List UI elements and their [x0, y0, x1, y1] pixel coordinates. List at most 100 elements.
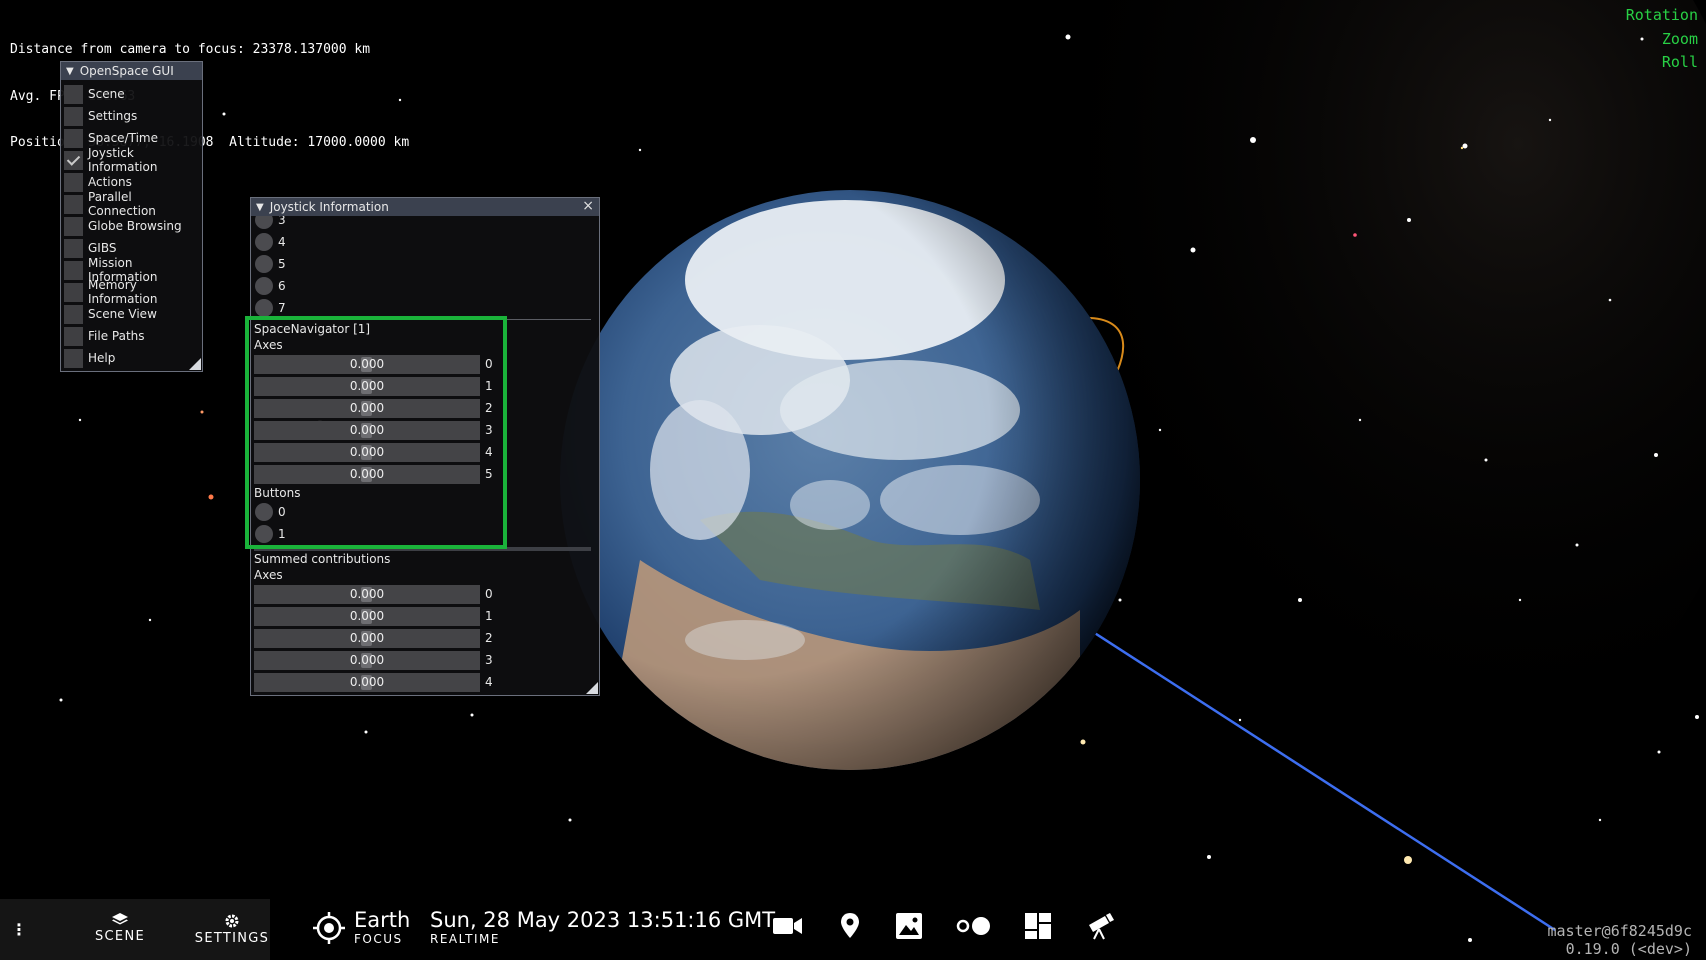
scene-button[interactable]: SCENE	[70, 913, 170, 944]
checkbox[interactable]	[64, 216, 83, 236]
axis-row[interactable]: 0.000 0	[254, 354, 493, 374]
button-indicator	[255, 277, 273, 295]
menu-item-memory-information[interactable]: Memory Information	[61, 278, 202, 306]
axis-index: 1	[485, 609, 493, 623]
dashboard-icon[interactable]	[1023, 911, 1053, 941]
axis-slider[interactable]: 0.000	[254, 628, 480, 648]
checkbox[interactable]	[64, 260, 83, 280]
checkbox[interactable]	[64, 84, 83, 104]
collapse-triangle-icon[interactable]: ▼	[66, 66, 74, 77]
joystick-content[interactable]: 3 4 5 6 7 SpaceNavigator [1] Axes 0.000 0…	[251, 198, 599, 695]
axis-slider[interactable]: 0.000	[254, 650, 480, 670]
axis-slider[interactable]: 0.000	[254, 584, 480, 604]
more-options-icon[interactable]: ⋮	[11, 920, 27, 939]
version-branch: master@6f8245d9c	[1547, 922, 1693, 940]
telescope-icon[interactable]	[1085, 911, 1115, 941]
close-icon[interactable]: ×	[582, 198, 594, 214]
crosshair-focus-icon	[313, 912, 345, 944]
checkbox-checked[interactable]	[64, 150, 83, 170]
axis-slider[interactable]: 0.000	[254, 398, 480, 418]
axis-row[interactable]: 0.000 1	[254, 376, 493, 396]
openspace-gui-title: OpenSpace GUI	[79, 64, 174, 78]
axis-slider[interactable]: 0.000	[254, 420, 480, 440]
resize-grip[interactable]	[189, 358, 201, 370]
menu-item-label: Help	[88, 351, 116, 365]
settings-button[interactable]: SETTINGS	[182, 913, 282, 946]
resize-grip[interactable]	[586, 682, 598, 694]
openspace-gui-window[interactable]: ▼ OpenSpace GUI Scene Settings Space/Tim…	[60, 61, 203, 372]
axis-index: 0	[485, 587, 493, 601]
checkbox[interactable]	[64, 304, 83, 324]
focus-name: Earth	[354, 908, 411, 932]
prev-button-row: 5	[255, 254, 286, 274]
summed-axis-row[interactable]: 0.000 4	[254, 672, 493, 692]
button-index: 4	[278, 235, 286, 249]
axis-index: 0	[485, 357, 493, 371]
location-pin-icon[interactable]	[839, 911, 861, 941]
axis-value: 0.000	[349, 609, 385, 623]
summed-axis-row[interactable]: 0.000 0	[254, 584, 493, 604]
checkbox[interactable]	[64, 326, 83, 346]
axis-slider[interactable]: 0.000	[254, 442, 480, 462]
axis-row[interactable]: 0.000 5	[254, 464, 493, 484]
axis-slider[interactable]: 0.000	[254, 672, 480, 692]
axis-value: 0.000	[349, 653, 385, 667]
menu-item-label: Actions	[88, 175, 132, 189]
joystick-information-window[interactable]: ▼ Joystick Information × 3 4 5 6 7 Space…	[250, 197, 600, 696]
menu-item-scene[interactable]: Scene	[61, 83, 202, 105]
menu-item-settings[interactable]: Settings	[61, 105, 202, 127]
menu-item-file-paths[interactable]: File Paths	[61, 325, 202, 347]
checkbox[interactable]	[64, 106, 83, 126]
axis-row[interactable]: 0.000 2	[254, 398, 493, 418]
axis-row[interactable]: 0.000 4	[254, 442, 493, 462]
axis-slider[interactable]: 0.000	[254, 354, 480, 374]
axis-value: 0.000	[349, 423, 385, 437]
time-display[interactable]: Sun, 28 May 2023 13:51:16 GMT REALTIME	[430, 909, 775, 947]
axis-value: 0.000	[349, 587, 385, 601]
separator	[254, 547, 591, 551]
navigation-modes: Rotation Zoom Roll	[1626, 4, 1698, 75]
summed-axes-label: Axes	[254, 568, 283, 582]
menu-item-joystick-information[interactable]: Joystick Information	[61, 146, 202, 174]
collapse-triangle-icon[interactable]: ▼	[256, 202, 264, 213]
axis-slider[interactable]: 0.000	[254, 376, 480, 396]
mode-zoom: Zoom	[1661, 29, 1698, 48]
axis-index: 2	[485, 631, 493, 645]
summed-axis-row[interactable]: 0.000 3	[254, 650, 493, 670]
axis-slider[interactable]: 0.000	[254, 606, 480, 626]
menu-item-label: Globe Browsing	[88, 219, 182, 233]
checkbox[interactable]	[64, 194, 83, 214]
joystick-window-titlebar[interactable]: ▼ Joystick Information ×	[251, 198, 599, 216]
checkbox[interactable]	[64, 172, 83, 192]
dots-icon[interactable]	[955, 911, 993, 941]
summed-axis-row[interactable]: 0.000 2	[254, 628, 493, 648]
button-index: 0	[278, 505, 286, 519]
checkbox[interactable]	[64, 238, 83, 258]
distance-readout: Distance from camera to focus: 23378.137…	[10, 42, 371, 57]
axis-row[interactable]: 0.000 3	[254, 420, 493, 440]
axis-value: 0.000	[349, 631, 385, 645]
axis-index: 4	[485, 445, 493, 459]
button-indicator	[255, 233, 273, 251]
menu-item-globe-browsing[interactable]: Globe Browsing	[61, 215, 202, 237]
openspace-gui-titlebar[interactable]: ▼ OpenSpace GUI	[61, 62, 202, 80]
time-mode-label: REALTIME	[430, 932, 500, 946]
focus-selector[interactable]: Earth FOCUS	[312, 909, 410, 947]
button-indicator	[255, 299, 273, 317]
axis-index: 3	[485, 653, 493, 667]
menu-item-label: Settings	[88, 109, 138, 123]
checkbox[interactable]	[64, 282, 83, 302]
gui-menu-list: Scene Settings Space/Time Joystick Infor…	[61, 80, 202, 369]
axis-slider[interactable]: 0.000	[254, 464, 480, 484]
version-number: 0.19.0 (<dev>)	[1565, 940, 1692, 958]
button-indicator	[255, 255, 273, 273]
menu-item-parallel-connection[interactable]: Parallel Connection	[61, 190, 202, 218]
summed-axis-row[interactable]: 0.000 1	[254, 606, 493, 626]
menu-item-help[interactable]: Help	[61, 347, 202, 369]
camera-icon[interactable]	[772, 911, 804, 941]
checkbox[interactable]	[64, 128, 83, 148]
menu-item-scene-view[interactable]: Scene View	[61, 303, 202, 325]
checkbox[interactable]	[64, 348, 83, 368]
menu-item-label: Scene	[88, 87, 125, 101]
image-icon[interactable]	[894, 911, 924, 941]
